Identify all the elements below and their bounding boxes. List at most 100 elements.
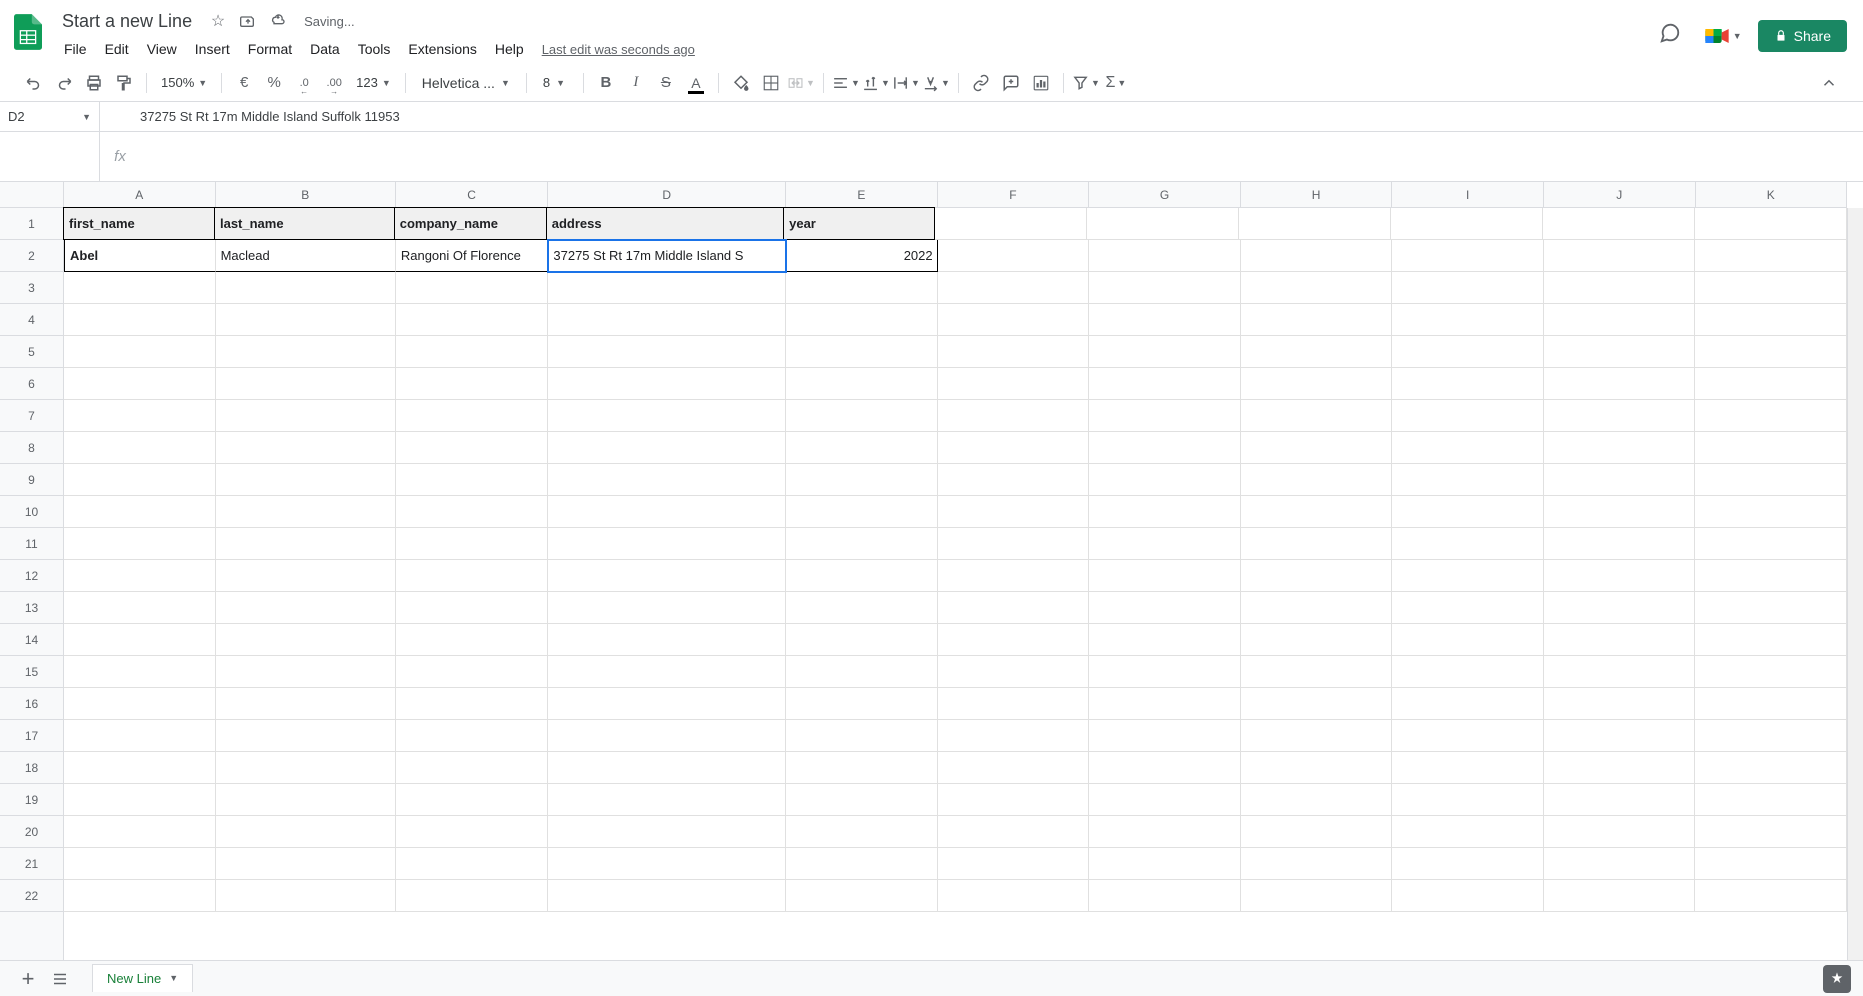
cell[interactable] bbox=[938, 496, 1090, 528]
row-header[interactable]: 2 bbox=[0, 240, 63, 272]
cell[interactable] bbox=[1544, 432, 1696, 464]
cell[interactable] bbox=[64, 784, 216, 816]
cell[interactable] bbox=[64, 720, 216, 752]
cell[interactable] bbox=[1695, 688, 1847, 720]
font-select[interactable]: Helvetica ...▼ bbox=[414, 73, 518, 93]
cell[interactable] bbox=[548, 432, 786, 464]
cell[interactable] bbox=[216, 592, 396, 624]
cell[interactable] bbox=[1089, 400, 1241, 432]
row-header[interactable]: 12 bbox=[0, 560, 63, 592]
insert-link-icon[interactable] bbox=[967, 69, 995, 97]
cell[interactable] bbox=[216, 720, 396, 752]
cell[interactable] bbox=[216, 560, 396, 592]
print-icon[interactable] bbox=[80, 69, 108, 97]
cell[interactable] bbox=[548, 656, 786, 688]
column-header[interactable]: J bbox=[1544, 182, 1696, 207]
cell[interactable]: address bbox=[546, 207, 784, 240]
cell[interactable] bbox=[786, 272, 938, 304]
column-header[interactable]: C bbox=[396, 182, 549, 207]
cell[interactable] bbox=[1544, 688, 1696, 720]
row-header[interactable]: 15 bbox=[0, 656, 63, 688]
cell[interactable] bbox=[786, 688, 938, 720]
cell[interactable] bbox=[396, 272, 549, 304]
cell[interactable] bbox=[1239, 208, 1391, 240]
cell[interactable] bbox=[786, 368, 938, 400]
cell[interactable] bbox=[1392, 880, 1544, 912]
cell[interactable] bbox=[64, 528, 216, 560]
cell[interactable] bbox=[548, 304, 786, 336]
currency-icon[interactable]: € bbox=[230, 69, 258, 97]
cell[interactable] bbox=[1695, 304, 1847, 336]
cell[interactable] bbox=[396, 368, 549, 400]
cell[interactable] bbox=[786, 336, 938, 368]
cell[interactable] bbox=[396, 624, 549, 656]
cell[interactable] bbox=[396, 752, 549, 784]
cell[interactable] bbox=[396, 816, 549, 848]
cell[interactable] bbox=[938, 784, 1090, 816]
cell[interactable] bbox=[1089, 304, 1241, 336]
cell[interactable] bbox=[1391, 208, 1543, 240]
vertical-align-icon[interactable]: ▼ bbox=[862, 69, 890, 97]
cell[interactable] bbox=[548, 496, 786, 528]
cell[interactable] bbox=[1392, 464, 1544, 496]
menu-help[interactable]: Help bbox=[487, 37, 532, 61]
cell[interactable]: company_name bbox=[394, 207, 547, 240]
cell[interactable] bbox=[396, 464, 549, 496]
cell[interactable] bbox=[1392, 368, 1544, 400]
cell[interactable] bbox=[216, 400, 396, 432]
column-header[interactable]: F bbox=[938, 182, 1090, 207]
cell[interactable] bbox=[938, 240, 1090, 272]
cell[interactable] bbox=[396, 560, 549, 592]
insert-comment-icon[interactable] bbox=[997, 69, 1025, 97]
cell[interactable] bbox=[1544, 656, 1696, 688]
cell[interactable] bbox=[1695, 272, 1847, 304]
decrease-decimal-icon[interactable]: .0← bbox=[290, 69, 318, 97]
cell[interactable] bbox=[64, 624, 216, 656]
cell[interactable] bbox=[216, 656, 396, 688]
cell[interactable] bbox=[1392, 240, 1544, 272]
row-header[interactable]: 18 bbox=[0, 752, 63, 784]
merge-cells-icon[interactable]: ▼ bbox=[787, 69, 815, 97]
cell[interactable] bbox=[216, 880, 396, 912]
cell[interactable] bbox=[1089, 368, 1241, 400]
cell[interactable] bbox=[938, 688, 1090, 720]
cell[interactable] bbox=[1087, 208, 1239, 240]
cell[interactable] bbox=[938, 592, 1090, 624]
row-header[interactable]: 21 bbox=[0, 848, 63, 880]
cell[interactable] bbox=[548, 528, 786, 560]
cell[interactable] bbox=[1695, 400, 1847, 432]
cell[interactable] bbox=[216, 624, 396, 656]
cell[interactable] bbox=[1695, 624, 1847, 656]
cell[interactable] bbox=[64, 496, 216, 528]
cell[interactable] bbox=[1241, 880, 1393, 912]
cell[interactable] bbox=[1241, 432, 1393, 464]
cell[interactable] bbox=[938, 720, 1090, 752]
cell[interactable]: first_name bbox=[63, 207, 215, 240]
cell[interactable] bbox=[1544, 560, 1696, 592]
cell[interactable] bbox=[938, 400, 1090, 432]
cell[interactable] bbox=[1392, 848, 1544, 880]
cell[interactable] bbox=[548, 592, 786, 624]
cell[interactable] bbox=[396, 688, 549, 720]
column-header[interactable]: E bbox=[786, 182, 938, 207]
row-header[interactable]: 1 bbox=[0, 208, 63, 240]
cell[interactable] bbox=[938, 336, 1090, 368]
cell[interactable] bbox=[1544, 624, 1696, 656]
cell[interactable] bbox=[64, 272, 216, 304]
italic-icon[interactable]: I bbox=[622, 69, 650, 97]
cell[interactable] bbox=[1544, 880, 1696, 912]
cell[interactable] bbox=[938, 464, 1090, 496]
cell[interactable] bbox=[1544, 336, 1696, 368]
cell[interactable] bbox=[1241, 688, 1393, 720]
cell[interactable] bbox=[1392, 752, 1544, 784]
cell[interactable] bbox=[786, 816, 938, 848]
filter-icon[interactable]: ▼ bbox=[1072, 69, 1100, 97]
cell[interactable] bbox=[1089, 656, 1241, 688]
row-header[interactable]: 19 bbox=[0, 784, 63, 816]
number-format-select[interactable]: 123▼ bbox=[350, 71, 397, 94]
cell[interactable] bbox=[548, 816, 786, 848]
cell[interactable] bbox=[786, 528, 938, 560]
insert-chart-icon[interactable] bbox=[1027, 69, 1055, 97]
cell[interactable] bbox=[396, 304, 549, 336]
cell[interactable] bbox=[548, 752, 786, 784]
